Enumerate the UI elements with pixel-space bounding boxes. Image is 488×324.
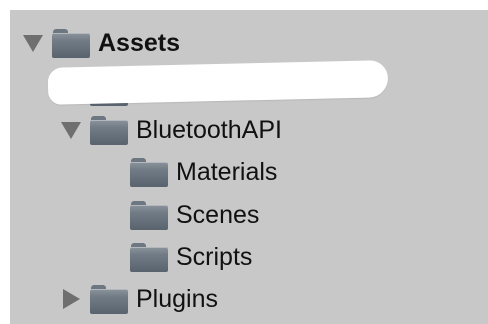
folder-icon <box>130 242 168 272</box>
expand-toggle-assets[interactable] <box>22 32 44 54</box>
folder-icon <box>130 157 168 187</box>
tree-item-scripts[interactable]: Scripts <box>130 236 252 278</box>
folder-icon <box>130 200 168 230</box>
tree-item-label: Scenes <box>176 201 260 229</box>
expand-toggle-bluetoothapi[interactable] <box>60 119 82 141</box>
folder-icon <box>90 115 128 145</box>
tree-item-label: Assets <box>98 29 180 57</box>
folder-icon <box>90 284 128 314</box>
triangle-down-icon <box>61 121 81 139</box>
triangle-right-icon <box>62 289 80 309</box>
tree-item-label: BluetoothAPI <box>136 116 282 144</box>
project-tree-panel: Assets BluetoothAPI Materials Scenes Scr… <box>10 10 488 324</box>
tree-item-scenes[interactable]: Scenes <box>130 194 259 236</box>
tree-item-label: Plugins <box>136 285 218 313</box>
tree-item-materials[interactable]: Materials <box>130 151 277 193</box>
folder-icon <box>52 28 90 58</box>
tree-item-label: Materials <box>176 158 278 186</box>
expand-toggle-plugins[interactable] <box>60 288 82 310</box>
tree-item-label: Scripts <box>176 243 253 271</box>
tree-item-plugins[interactable]: Plugins <box>60 278 218 320</box>
redaction-mark <box>47 60 389 105</box>
triangle-down-icon <box>23 34 43 52</box>
tree-item-assets[interactable]: Assets <box>22 22 180 64</box>
tree-item-bluetoothapi[interactable]: BluetoothAPI <box>60 109 282 151</box>
